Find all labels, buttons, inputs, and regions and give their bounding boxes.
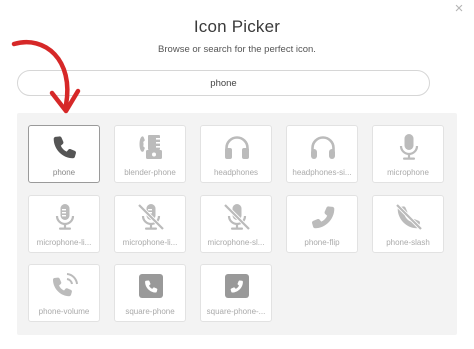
icon-tile-microphone-lines[interactable]: microphone-li... [28, 195, 100, 253]
microphone-lines-slash-icon [137, 203, 165, 231]
microphone-slash-icon [223, 203, 251, 231]
phone-volume-icon [52, 273, 78, 297]
icon-label: blender-phone [124, 168, 176, 177]
dialog-subtitle: Browse or search for the perfect icon. [158, 44, 316, 55]
microphone-lines-icon [55, 204, 75, 230]
icon-tile-square-phone-flip[interactable]: square-phone-... [200, 264, 272, 322]
icon-label: microphone-sl... [207, 238, 265, 247]
icon-tile-phone-flip[interactable]: phone-flip [286, 195, 358, 253]
icon-tile-phone[interactable]: phone [28, 125, 100, 183]
icon-label: microphone [387, 168, 429, 177]
close-icon[interactable]: × [452, 1, 466, 16]
icon-label: headphones-si... [292, 168, 352, 177]
icon-tile-microphone-slash[interactable]: microphone-sl... [200, 195, 272, 253]
icon-grid: phone blender-phone headphones headphone… [17, 113, 457, 335]
icon-tile-headphones-simple[interactable]: headphones-si... [286, 125, 358, 183]
icon-tile-blender-phone[interactable]: blender-phone [114, 125, 186, 183]
icon-label: phone-volume [38, 307, 90, 316]
dialog-title: Icon Picker [193, 17, 281, 36]
square-phone-icon [139, 274, 163, 298]
headphones-simple-icon [311, 136, 335, 159]
icon-tile-microphone[interactable]: microphone [372, 125, 444, 183]
phone-flip-icon [312, 206, 335, 229]
icon-label: microphone-li... [36, 238, 92, 247]
microphone-icon [399, 134, 419, 160]
phone-icon [53, 136, 76, 159]
headphones-icon [225, 136, 249, 159]
icon-label: headphones [213, 168, 259, 177]
square-phone-flip-icon [225, 274, 249, 298]
phone-slash-icon [395, 203, 423, 231]
blender-phone-icon [139, 135, 162, 159]
icon-tile-phone-slash[interactable]: phone-slash [372, 195, 444, 253]
icon-tile-square-phone[interactable]: square-phone [114, 264, 186, 322]
icon-label: phone-flip [304, 238, 340, 247]
search-input[interactable] [17, 70, 430, 96]
icon-tile-microphone-lines-slash[interactable]: microphone-li... [114, 195, 186, 253]
icon-tile-headphones[interactable]: headphones [200, 125, 272, 183]
icon-label: square-phone-... [206, 307, 266, 316]
icon-tile-phone-volume[interactable]: phone-volume [28, 264, 100, 322]
icon-label: microphone-li... [122, 238, 178, 247]
icon-label: phone-slash [386, 238, 430, 247]
icon-label: square-phone [125, 307, 175, 316]
icon-label: phone [52, 168, 76, 177]
